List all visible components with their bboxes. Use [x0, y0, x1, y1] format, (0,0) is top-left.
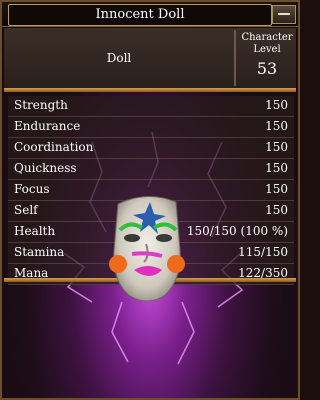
level-box: Character Level 53 [238, 28, 296, 88]
creature-info-window: Innocent Doll Doll Character Level 53 St… [0, 0, 300, 400]
stat-label: Stamina [14, 245, 65, 259]
stat-row-quickness: Quickness 150 [8, 159, 294, 180]
stat-value: 150 [265, 98, 288, 112]
level-label-line2: Level [253, 44, 281, 55]
stat-label: Self [14, 203, 38, 217]
level-label-line1: Character [241, 32, 293, 43]
stat-value: 150 [265, 203, 288, 217]
minimize-button[interactable] [272, 5, 296, 24]
stat-value: 150 [265, 161, 288, 175]
stat-label: Quickness [14, 161, 77, 175]
window-title: Innocent Doll [8, 4, 272, 26]
stat-value: 150 [265, 140, 288, 154]
creature-name: Doll [106, 51, 132, 65]
header-divider [234, 30, 236, 86]
stat-label: Health [14, 224, 56, 238]
clown-doll-mask-icon [109, 196, 185, 302]
stat-label: Endurance [14, 119, 81, 133]
minimize-icon [278, 13, 290, 15]
title-bar: Innocent Doll [2, 2, 298, 27]
stat-row-coordination: Coordination 150 [8, 138, 294, 159]
stat-value: 150 [265, 182, 288, 196]
header-panel: Doll Character Level 53 [4, 28, 296, 88]
stat-value: 115/150 [238, 245, 288, 259]
top-separator [4, 88, 296, 92]
stat-row-endurance: Endurance 150 [8, 117, 294, 138]
level-value: 53 [256, 59, 278, 78]
stat-label: Focus [14, 182, 50, 196]
stat-value: 150 [265, 119, 288, 133]
stat-label: Coordination [14, 140, 94, 154]
stat-label: Strength [14, 98, 68, 112]
stat-row-strength: Strength 150 [8, 96, 294, 117]
stat-value: 150/150 (100 %) [186, 224, 288, 238]
level-label: Character Level [238, 32, 296, 56]
